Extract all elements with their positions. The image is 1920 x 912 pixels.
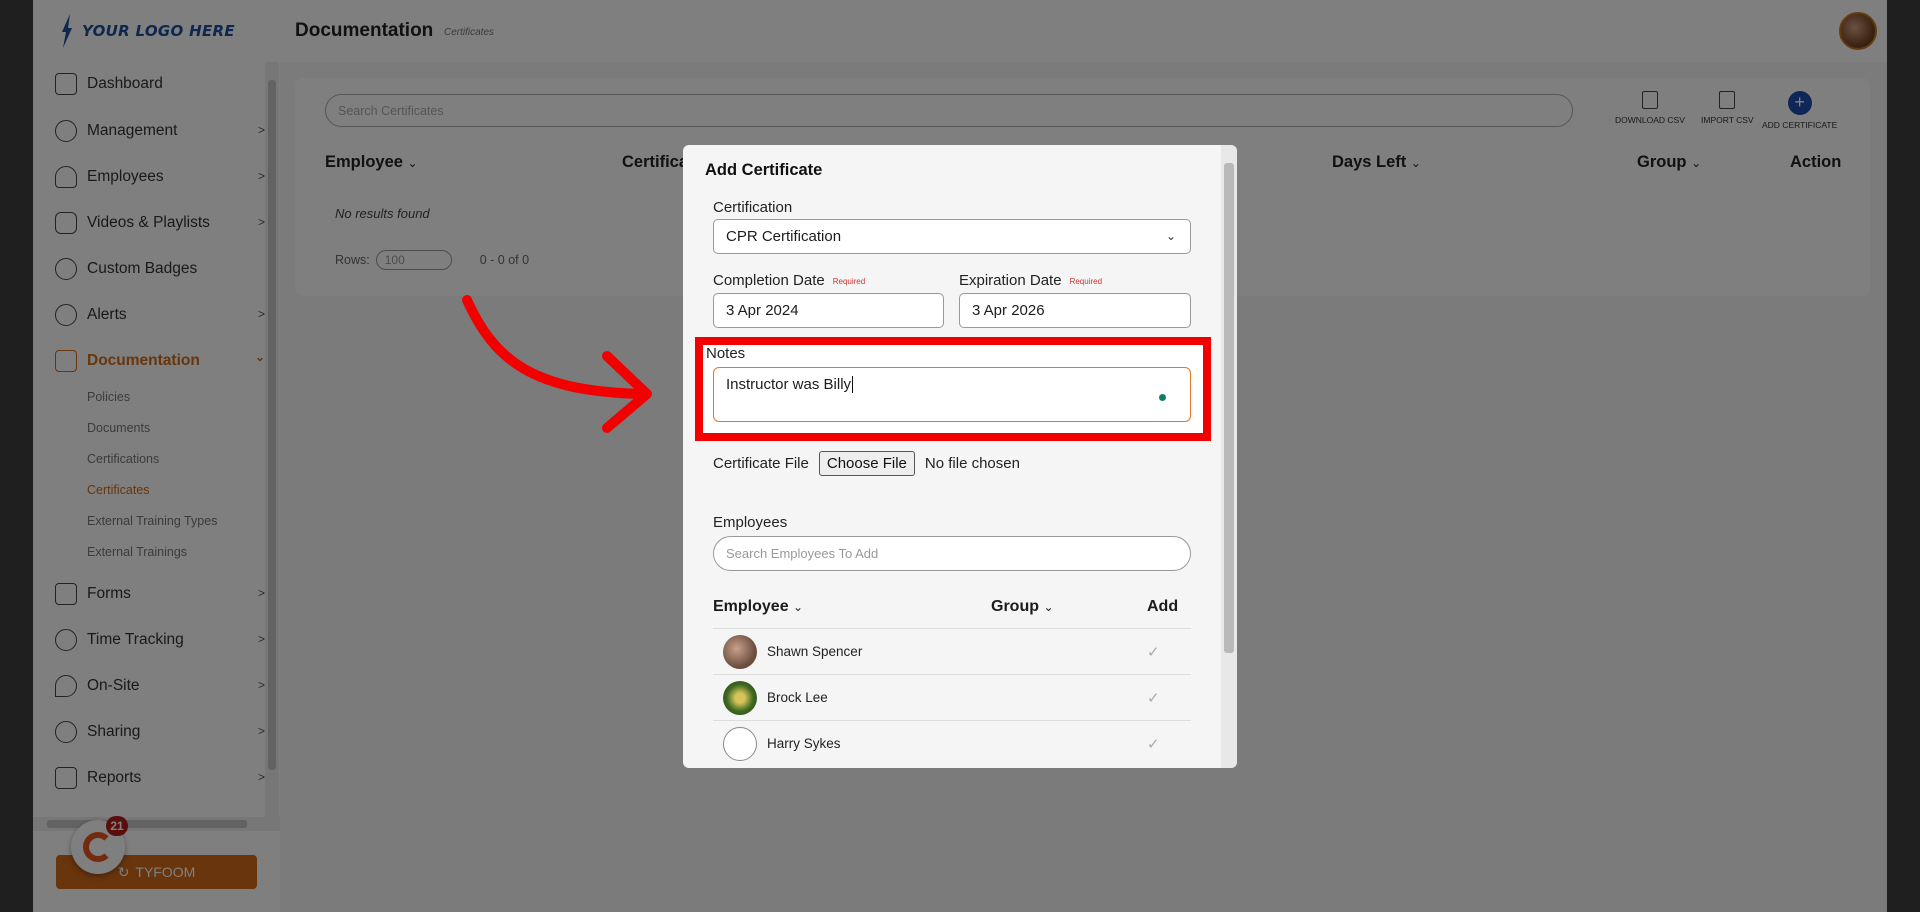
modal-title: Add Certificate — [705, 161, 823, 179]
notes-textarea[interactable]: Instructor was Billy — [713, 367, 1191, 422]
notes-value: Instructor was Billy — [726, 376, 852, 393]
certificate-file-row: Certificate File Choose File No file cho… — [713, 451, 1020, 476]
employee-col-header[interactable]: Employee ⌄ — [713, 598, 803, 616]
scrollbar-thumb[interactable] — [1224, 163, 1234, 653]
expiration-date-text: Expiration Date — [959, 272, 1062, 289]
employee-name: Harry Sykes — [767, 736, 841, 751]
employee-name: Brock Lee — [767, 690, 828, 705]
expiration-date-field[interactable]: 3 Apr 2026 — [959, 293, 1191, 328]
employee-row: Shawn Spencer ✓ — [713, 628, 1191, 674]
completion-date-text: Completion Date — [713, 272, 825, 289]
employees-label: Employees — [713, 514, 788, 531]
avatar — [723, 634, 757, 669]
add-col-header: Add — [1147, 598, 1179, 615]
add-check-icon[interactable]: ✓ — [1147, 689, 1160, 707]
employee-row: Brock Lee ✓ — [713, 674, 1191, 720]
avatar — [723, 680, 757, 715]
certification-label: Certification — [713, 199, 793, 216]
modal-scrollbar[interactable] — [1221, 145, 1237, 768]
add-certificate-modal: Add Certificate Certification CPR Certif… — [683, 145, 1237, 768]
required-marker: Required — [832, 276, 866, 286]
group-col-header[interactable]: Group ⌄ — [991, 598, 1054, 616]
completion-date-label: Completion Date Required — [713, 272, 865, 289]
file-status: No file chosen — [924, 455, 1020, 472]
expiration-date-label: Expiration Date Required — [959, 272, 1102, 289]
grammar-dot-icon — [1159, 394, 1166, 401]
employee-search-input[interactable]: Search Employees To Add — [713, 536, 1191, 571]
add-check-icon[interactable]: ✓ — [1147, 735, 1160, 753]
notes-label: Notes — [706, 345, 746, 362]
employee-name: Shawn Spencer — [767, 644, 863, 659]
certificate-file-label: Certificate File — [713, 455, 809, 472]
chevron-down-icon: ⌄ — [1165, 229, 1176, 243]
text-cursor — [852, 376, 854, 393]
sort-icon: ⌄ — [793, 600, 804, 614]
employee-row: Harry Sykes ✓ — [713, 720, 1191, 766]
certification-value: CPR Certification — [726, 228, 842, 245]
employee-col-label: Employee — [713, 598, 789, 615]
certification-select[interactable]: CPR Certification ⌄ — [713, 219, 1191, 254]
completion-date-field[interactable]: 3 Apr 2024 — [713, 293, 944, 328]
annotation-arrow-icon — [462, 295, 652, 433]
choose-file-button[interactable]: Choose File — [818, 451, 915, 476]
group-col-label: Group — [991, 598, 1039, 615]
default-avatar-icon — [723, 726, 757, 761]
add-check-icon[interactable]: ✓ — [1147, 643, 1160, 661]
sort-icon: ⌄ — [1043, 600, 1054, 614]
required-marker: Required — [1069, 276, 1103, 286]
